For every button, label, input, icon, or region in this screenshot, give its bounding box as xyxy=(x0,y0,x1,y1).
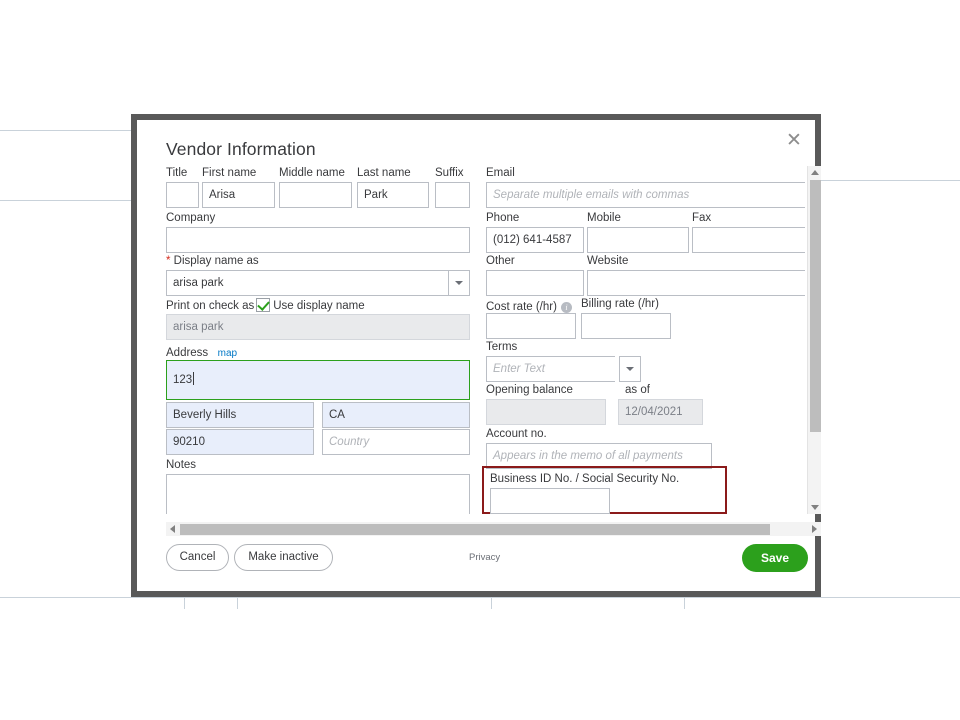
scroll-right-arrow-icon[interactable] xyxy=(812,525,817,533)
opening-balance-label: Opening balance xyxy=(486,384,573,396)
horizontal-scrollbar[interactable] xyxy=(166,522,821,536)
title-input[interactable] xyxy=(166,182,199,208)
display-name-dropdown[interactable]: arisa park xyxy=(166,270,470,296)
as-of-label: as of xyxy=(625,384,650,396)
last-name-label: Last name xyxy=(357,167,411,179)
use-display-name-label: Use display name xyxy=(273,300,365,312)
print-on-check-label: Print on check as xyxy=(166,300,255,312)
scroll-down-arrow-icon[interactable] xyxy=(810,505,819,510)
display-name-input[interactable]: arisa park xyxy=(166,270,448,296)
last-name-input[interactable]: Park xyxy=(357,182,429,208)
address-state-input[interactable]: CA xyxy=(322,402,470,428)
billing-rate-label: Billing rate (/hr) xyxy=(581,298,659,310)
address-label: Address xyxy=(166,347,209,359)
account-no-label: Account no. xyxy=(486,428,547,440)
opening-balance-input xyxy=(486,399,606,425)
vertical-scrollbar[interactable] xyxy=(807,166,821,514)
address-street-value: 123 xyxy=(173,374,193,386)
info-icon[interactable]: i xyxy=(560,302,572,313)
horizontal-scrollbar-thumb[interactable] xyxy=(180,524,770,535)
vendor-information-dialog: ✕ Vendor Information Title First name Mi… xyxy=(131,114,821,597)
address-city-input[interactable]: Beverly Hills xyxy=(166,402,314,428)
address-street-input[interactable]: 123 xyxy=(166,360,470,400)
map-link[interactable]: map xyxy=(218,348,237,359)
website-input[interactable] xyxy=(587,270,805,296)
company-label: Company xyxy=(166,212,216,224)
middle-name-input[interactable] xyxy=(279,182,352,208)
bg-divider xyxy=(237,597,238,609)
print-on-check-input: arisa park xyxy=(166,314,470,340)
terms-label: Terms xyxy=(486,341,518,353)
text-caret xyxy=(193,372,195,385)
email-input[interactable]: Separate multiple emails with commas xyxy=(486,182,805,208)
scroll-up-arrow-icon[interactable] xyxy=(810,170,819,175)
chevron-down-icon[interactable] xyxy=(619,356,641,382)
bg-divider xyxy=(0,130,131,131)
bg-divider xyxy=(684,597,685,609)
cost-rate-input[interactable] xyxy=(486,313,576,339)
first-name-input[interactable]: Arisa xyxy=(202,182,275,208)
notes-textarea[interactable] xyxy=(166,474,470,514)
business-id-label: Business ID No. / Social Security No. xyxy=(490,473,680,485)
business-id-input[interactable] xyxy=(490,488,610,514)
vertical-scrollbar-thumb[interactable] xyxy=(810,180,821,432)
as-of-date-input: 12/04/2021 xyxy=(618,399,703,425)
save-button[interactable]: Save xyxy=(742,544,808,572)
bg-divider xyxy=(0,597,960,598)
billing-rate-input[interactable] xyxy=(581,313,671,339)
scroll-left-arrow-icon[interactable] xyxy=(170,525,175,533)
suffix-input[interactable] xyxy=(435,182,470,208)
chevron-down-icon[interactable] xyxy=(448,270,470,296)
dialog-body: ✕ Vendor Information Title First name Mi… xyxy=(137,120,821,592)
bg-divider xyxy=(491,597,492,609)
phone-label: Phone xyxy=(486,212,520,224)
notes-label: Notes xyxy=(166,459,197,471)
middle-name-label: Middle name xyxy=(279,167,345,179)
form-canvas: Title First name Middle name Last name S… xyxy=(166,166,805,514)
website-label: Website xyxy=(587,255,629,267)
privacy-link[interactable]: Privacy xyxy=(469,552,500,563)
suffix-label: Suffix xyxy=(435,167,464,179)
cost-rate-label: Cost rate (/hr) xyxy=(486,301,557,313)
dialog-footer: Cancel Make inactive Privacy Save xyxy=(137,544,815,592)
other-label: Other xyxy=(486,255,515,267)
first-name-label: First name xyxy=(202,167,257,179)
title-label: Title xyxy=(166,167,188,179)
close-icon[interactable]: ✕ xyxy=(781,128,807,154)
other-input[interactable] xyxy=(486,270,584,296)
bg-divider xyxy=(821,180,960,181)
terms-dropdown[interactable]: Enter Text xyxy=(486,356,641,382)
page-title: Vendor Information xyxy=(166,139,316,159)
mobile-input[interactable] xyxy=(587,227,689,253)
display-name-label: Display name as xyxy=(166,254,259,268)
address-row-label: Address map xyxy=(166,343,237,361)
bg-divider xyxy=(0,200,131,201)
bg-divider xyxy=(184,597,185,609)
terms-input[interactable]: Enter Text xyxy=(486,356,615,382)
email-label: Email xyxy=(486,167,515,179)
company-input[interactable] xyxy=(166,227,470,253)
form-scroll-viewport: Title First name Middle name Last name S… xyxy=(166,166,805,514)
cancel-button[interactable]: Cancel xyxy=(166,544,229,571)
make-inactive-button[interactable]: Make inactive xyxy=(234,544,333,571)
fax-input[interactable] xyxy=(692,227,805,253)
phone-input[interactable]: (012) 641-4587 xyxy=(486,227,584,253)
address-zip-input[interactable]: 90210 xyxy=(166,429,314,455)
fax-label: Fax xyxy=(692,212,712,224)
use-display-name-checkbox[interactable] xyxy=(256,298,271,312)
print-on-check-row: Print on check as Use display name xyxy=(166,296,365,314)
address-country-input[interactable]: Country xyxy=(322,429,470,455)
mobile-label: Mobile xyxy=(587,212,621,224)
